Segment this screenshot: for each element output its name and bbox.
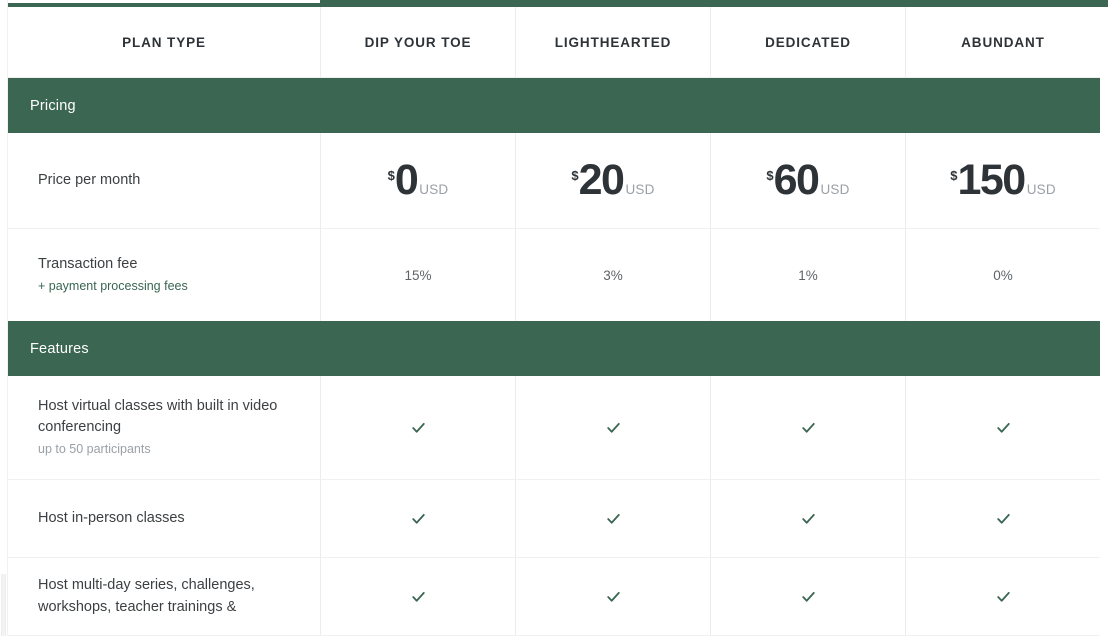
- price-amount: 60: [773, 156, 820, 204]
- column-header-lighthearted: LIGHTHEARTED: [515, 7, 710, 77]
- feature-cell-lighthearted: [515, 558, 710, 635]
- check-icon: [411, 591, 425, 602]
- check-icon: [411, 513, 425, 524]
- currency-symbol: $: [387, 168, 395, 183]
- row-label: Host multi-day series, challenges, works…: [38, 577, 255, 615]
- price-value: $ 20 USD: [571, 159, 654, 202]
- column-header-label: DEDICATED: [765, 34, 851, 50]
- price-unit: USD: [820, 182, 850, 197]
- currency-symbol: $: [766, 168, 774, 183]
- section-header-features: Features: [8, 321, 1100, 376]
- price-unit: USD: [625, 182, 655, 197]
- check-icon: [606, 591, 620, 602]
- feature-cell-dedicated: [710, 480, 905, 557]
- row-label-cell: Host virtual classes with built in video…: [8, 376, 320, 479]
- feature-cell-dedicated: [710, 558, 905, 635]
- top-accent-bar: [320, 0, 1108, 7]
- price-cell-lighthearted: $ 20 USD: [515, 133, 710, 228]
- currency-symbol: $: [571, 168, 579, 183]
- price-cell-dip-your-toe: $ 0 USD: [320, 133, 515, 228]
- row-label: Price per month: [38, 171, 141, 188]
- check-icon: [606, 422, 620, 433]
- column-header-label: LIGHTHEARTED: [554, 34, 672, 50]
- price-amount: 20: [578, 156, 625, 204]
- table-row: Host in-person classes: [8, 480, 1100, 558]
- price-unit: USD: [1026, 182, 1056, 197]
- check-icon: [996, 591, 1010, 602]
- feature-cell-dip-your-toe: [320, 376, 515, 479]
- price-unit: USD: [419, 182, 449, 197]
- check-icon: [801, 591, 815, 602]
- fee-cell-dip-your-toe: 15%: [320, 229, 515, 321]
- check-icon: [606, 513, 620, 524]
- check-icon: [801, 513, 815, 524]
- feature-cell-lighthearted: [515, 480, 710, 557]
- price-amount: 0: [394, 156, 419, 204]
- feature-cell-abundant: [905, 376, 1100, 479]
- price-value: $ 60 USD: [766, 159, 849, 202]
- row-label: Host in-person classes: [38, 509, 185, 526]
- check-icon: [996, 422, 1010, 433]
- column-header-dedicated: DEDICATED: [710, 7, 905, 77]
- feature-cell-dip-your-toe: [320, 558, 515, 635]
- row-sublabel: up to 50 participants: [38, 442, 151, 457]
- price-amount: 150: [957, 156, 1026, 204]
- price-value: $ 0 USD: [388, 159, 449, 202]
- fee-cell-abundant: 0%: [905, 229, 1100, 321]
- table-row: Transaction fee + payment processing fee…: [8, 229, 1100, 321]
- column-header-abundant: ABUNDANT: [905, 7, 1100, 77]
- row-label-cell: Host in-person classes: [8, 480, 320, 557]
- comparison-table: PLAN TYPE DIP YOUR TOE LIGHTHEARTED DEDI…: [8, 7, 1100, 636]
- feature-cell-lighthearted: [515, 376, 710, 479]
- check-icon: [801, 422, 815, 433]
- section-header-label: Features: [30, 340, 89, 357]
- table-header-row: PLAN TYPE DIP YOUR TOE LIGHTHEARTED DEDI…: [8, 7, 1100, 78]
- section-header-label: Pricing: [30, 97, 76, 114]
- table-row: Host virtual classes with built in video…: [8, 376, 1100, 480]
- row-label-cell: Transaction fee + payment processing fee…: [8, 229, 320, 321]
- column-header-label: DIP YOUR TOE: [364, 34, 472, 50]
- price-cell-dedicated: $ 60 USD: [710, 133, 905, 228]
- top-accent-bar-left: [8, 3, 320, 7]
- price-value: $ 150 USD: [950, 159, 1056, 202]
- feature-cell-dip-your-toe: [320, 480, 515, 557]
- feature-cell-abundant: [905, 558, 1100, 635]
- check-icon: [411, 422, 425, 433]
- table-row: Price per month $ 0 USD $ 20 USD $ 60 US…: [8, 133, 1100, 229]
- price-cell-abundant: $ 150 USD: [905, 133, 1100, 228]
- feature-cell-dedicated: [710, 376, 905, 479]
- check-icon: [996, 513, 1010, 524]
- row-label-cell: Host multi-day series, challenges, works…: [8, 558, 320, 635]
- row-sublabel: + payment processing fees: [38, 279, 188, 294]
- row-label: Host virtual classes with built in video…: [38, 398, 278, 436]
- fee-cell-lighthearted: 3%: [515, 229, 710, 321]
- fee-value: 1%: [798, 267, 818, 283]
- column-header-plan-type: PLAN TYPE: [8, 7, 320, 77]
- fee-value: 15%: [404, 267, 432, 283]
- page-scrollbar[interactable]: [0, 0, 8, 636]
- pricing-table-page: PLAN TYPE DIP YOUR TOE LIGHTHEARTED DEDI…: [0, 0, 1108, 636]
- scrollbar-thumb[interactable]: [1, 574, 6, 636]
- column-header-label: ABUNDANT: [961, 34, 1045, 50]
- table-row: Host multi-day series, challenges, works…: [8, 558, 1100, 636]
- row-label-cell: Price per month: [8, 133, 320, 228]
- currency-symbol: $: [950, 168, 958, 183]
- feature-cell-abundant: [905, 480, 1100, 557]
- fee-cell-dedicated: 1%: [710, 229, 905, 321]
- column-header-dip-your-toe: DIP YOUR TOE: [320, 7, 515, 77]
- fee-value: 3%: [603, 267, 623, 283]
- column-header-label: PLAN TYPE: [122, 34, 206, 50]
- section-header-pricing: Pricing: [8, 78, 1100, 133]
- fee-value: 0%: [993, 267, 1013, 283]
- row-label: Transaction fee: [38, 256, 138, 273]
